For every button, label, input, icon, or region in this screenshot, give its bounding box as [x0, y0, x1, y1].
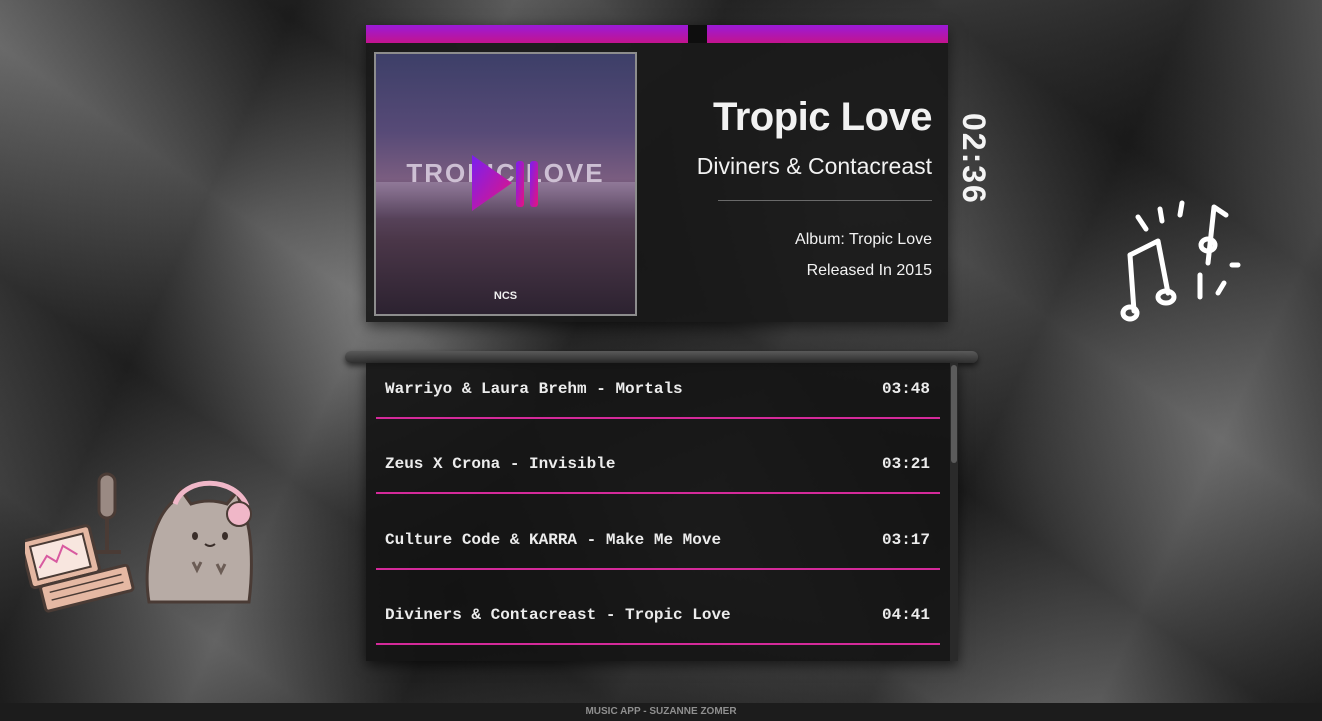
play-pause-icon[interactable] — [470, 153, 542, 213]
album-name: Album: Tropic Love — [795, 231, 932, 248]
track-info: Tropic Love Diviners & Contacreast Album… — [632, 95, 933, 286]
progress-remaining — [707, 25, 948, 43]
cover-label: NCS — [493, 290, 518, 302]
track-duration: 04:41 — [881, 606, 930, 624]
playlist-track[interactable]: Culture Code & KARRA - Make Me Move 03:1… — [376, 514, 940, 570]
track-duration: 03:48 — [881, 380, 930, 398]
playlist-track[interactable]: Warriyo & Laura Brehm - Mortals 03:48 — [376, 363, 940, 419]
progress-bar[interactable] — [366, 25, 948, 43]
elapsed-time: 02:36 — [956, 113, 992, 205]
track-name: Zeus X Crona - Invisible — [385, 455, 616, 473]
playlist-scrollbar[interactable] — [950, 363, 958, 661]
track-artist: Diviners & Contacreast — [696, 153, 932, 179]
footer: MUSIC APP - SUZANNE ZOMER — [0, 703, 1322, 721]
progress-handle[interactable] — [688, 25, 707, 43]
track-duration: 03:17 — [881, 531, 930, 549]
music-notes-icon — [1108, 193, 1248, 333]
track-name: Diviners & Contacreast - Tropic Love — [385, 606, 731, 624]
album-cover: TROPIC LOVE NCS — [374, 52, 637, 316]
release-year: Released In 2015 — [806, 262, 932, 279]
playlist-track[interactable]: Zeus X Crona - Invisible 03:21 — [376, 438, 940, 494]
playlist-shelf — [345, 351, 978, 363]
player-card: TROPIC LOVE NCS Tropic Love Diviners & C… — [366, 25, 948, 322]
scrollbar-thumb[interactable] — [951, 365, 957, 463]
pusheen-cat-icon — [19, 470, 255, 622]
track-name: Warriyo & Laura Brehm - Mortals — [385, 380, 683, 398]
track-name: Culture Code & KARRA - Make Me Move — [385, 531, 722, 549]
track-duration: 03:21 — [881, 455, 930, 473]
progress-played — [366, 25, 688, 43]
playlist-track[interactable]: Diviners & Contacreast - Tropic Love 04:… — [376, 589, 940, 645]
playlist: Warriyo & Laura Brehm - Mortals 03:48 Ze… — [366, 363, 958, 661]
info-divider — [718, 200, 932, 201]
track-title: Tropic Love — [713, 95, 933, 139]
